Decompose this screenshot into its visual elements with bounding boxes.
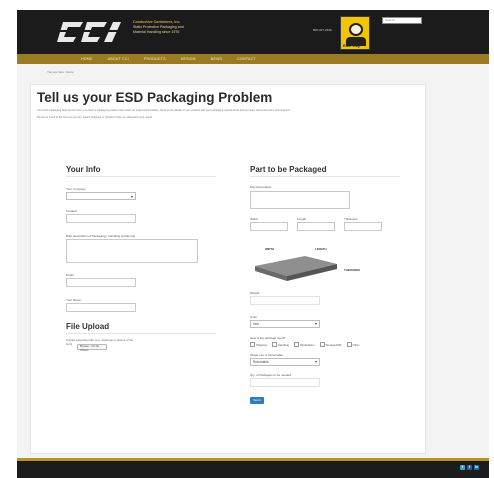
main-nav: HOME ABOUT CCI PRODUCTS DESIGN NEWS CONT…: [17, 54, 489, 64]
company-logo[interactable]: [55, 18, 131, 46]
chevron-down-icon: ▾: [130, 194, 133, 199]
thickness-label: Thickness: [344, 217, 358, 221]
nav-item-news[interactable]: NEWS: [211, 54, 223, 64]
use-options: Shipping Handling Workstation Storage/WI…: [250, 342, 365, 347]
use-label: How is the package used?: [250, 336, 286, 340]
site-header: Conductive Containers, Inc. Static Prote…: [17, 10, 489, 54]
email-label: Email: [66, 273, 74, 277]
company-label: Your Company: [66, 187, 86, 191]
use-option-handling[interactable]: Handling: [272, 342, 289, 347]
location-label: Location: [66, 209, 78, 213]
location-field[interactable]: [66, 214, 136, 223]
nav-item-home[interactable]: HOME: [81, 54, 93, 64]
use-option-shipping[interactable]: Shipping: [250, 342, 267, 347]
your-info-heading: Your Info: [66, 165, 101, 174]
thickness-field[interactable]: [344, 222, 382, 231]
returnable-select[interactable]: Returnable ▾: [250, 358, 320, 366]
company-select[interactable]: ▾: [66, 192, 136, 200]
length-field[interactable]: [297, 222, 335, 231]
width-label: Width: [250, 217, 258, 221]
use-option-other[interactable]: Other: [347, 342, 360, 347]
returnable-label: Single use or Returnable: [250, 353, 284, 357]
send-button[interactable]: Send: [250, 397, 264, 404]
description-label: Brief description of Packaging / Handlin…: [66, 234, 136, 238]
breadcrumb: You are here: Home: [47, 70, 74, 74]
search-input[interactable]: Search: [382, 17, 422, 24]
tagline: Conductive Containers, Inc. Static Prote…: [133, 20, 184, 34]
face-icon: [349, 23, 363, 36]
email-field[interactable]: [66, 278, 136, 287]
part-dimension-diagram: [255, 256, 337, 281]
site-footer: [17, 461, 489, 478]
dim-length-label: LENGTH: [315, 247, 327, 251]
nav-item-about[interactable]: ABOUT CCI: [108, 54, 129, 64]
file-upload-heading: File Upload: [66, 322, 110, 331]
dim-width-label: WIDTH: [265, 247, 275, 251]
twitter-icon[interactable]: t: [460, 465, 465, 470]
facebook-icon[interactable]: f: [467, 465, 472, 470]
name-field[interactable]: [66, 303, 136, 312]
nav-item-products[interactable]: PRODUCTS: [144, 54, 166, 64]
phone-number: 800-327-2329: [313, 28, 332, 32]
units-label: Units: [250, 315, 257, 319]
weight-label: Weight: [250, 291, 260, 295]
divider: [66, 333, 216, 334]
name-label: Your Name: [66, 298, 81, 302]
intro-text: Use CCI's packaging help service when yo…: [37, 109, 291, 119]
page-title: Tell us your ESD Packaging Problem: [37, 90, 273, 105]
problem-description-field[interactable]: [66, 239, 198, 263]
dim-thickness-label: THICKNESS: [344, 268, 361, 272]
divider: [250, 176, 400, 177]
part-description-label: Part Description: [250, 185, 272, 189]
use-option-workstation[interactable]: Workstation: [294, 342, 315, 347]
chevron-down-icon: ▾: [314, 321, 317, 326]
nav-item-contact[interactable]: CONTACT: [237, 54, 256, 64]
page-frame: Conductive Containers, Inc. Static Prote…: [17, 10, 489, 478]
file-browse-button[interactable]: Browse... No file chosen: [77, 344, 107, 352]
weight-field[interactable]: [250, 296, 320, 305]
divider: [66, 176, 216, 177]
main-content: Tell us your ESD Packaging Problem Use C…: [30, 84, 426, 454]
linkedin-icon[interactable]: in: [474, 465, 479, 470]
part-heading: Part to be Packaged: [250, 165, 327, 174]
part-description-field[interactable]: [250, 191, 350, 209]
esd-guy-badge[interactable]: ESD Guy: [340, 16, 370, 50]
quantity-label: Qty. of Packages to be needed: [250, 373, 291, 377]
nav-item-design[interactable]: DESIGN: [181, 54, 196, 64]
width-field[interactable]: [250, 222, 288, 231]
units-select[interactable]: Inch ▾: [250, 320, 320, 328]
use-option-storage[interactable]: Storage/WIP: [320, 342, 342, 347]
quantity-field[interactable]: [250, 378, 320, 387]
chevron-down-icon: ▾: [314, 359, 317, 364]
badge-label: ESD Guy: [343, 43, 361, 48]
length-label: Length: [297, 217, 307, 221]
